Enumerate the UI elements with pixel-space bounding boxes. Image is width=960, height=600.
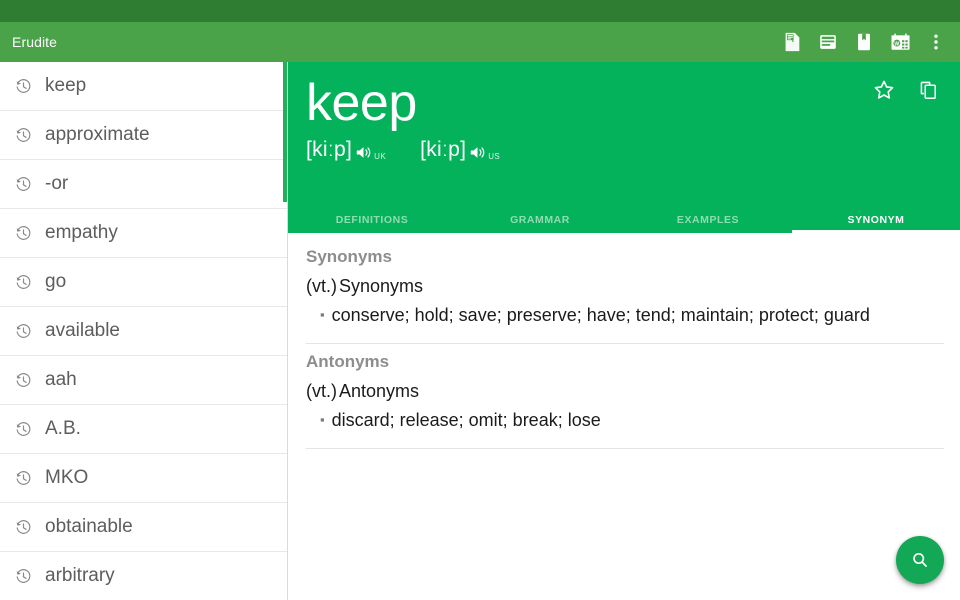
- history-item-label: available: [45, 320, 120, 342]
- history-item-label: empathy: [45, 222, 118, 244]
- app-bar-actions: W: [774, 22, 954, 62]
- tab-grammar[interactable]: GRAMMAR: [456, 207, 624, 233]
- history-item-mko[interactable]: MKO: [0, 454, 287, 503]
- history-icon: [14, 175, 33, 194]
- section-heading-antonyms: Antonyms: [288, 344, 960, 376]
- bookmark-icon[interactable]: [846, 22, 882, 62]
- history-item-label: arbitrary: [45, 565, 115, 587]
- synonyms-part-of-speech: (vt.): [306, 276, 337, 296]
- antonyms-list: discard; release; omit; break; lose: [332, 406, 601, 434]
- history-item-aah[interactable]: aah: [0, 356, 287, 405]
- history-icon: [14, 518, 33, 537]
- word-of-the-day-icon[interactable]: W: [882, 22, 918, 62]
- detail-tabs: DEFINITIONS GRAMMAR EXAMPLES SYNONYM: [288, 207, 960, 233]
- tab-synonym[interactable]: SYNONYM: [792, 207, 960, 233]
- tab-grammar-label: GRAMMAR: [510, 214, 570, 226]
- history-item-label: go: [45, 271, 66, 293]
- notes-icon[interactable]: [774, 22, 810, 62]
- history-item-keep[interactable]: keep: [0, 62, 287, 111]
- speaker-icon[interactable]: [468, 143, 487, 162]
- tab-synonym-label: SYNONYM: [848, 214, 905, 226]
- history-sidebar: keep approximate: [0, 62, 288, 600]
- search-fab[interactable]: [896, 536, 944, 584]
- synonyms-list: conserve; hold; save; preserve; have; te…: [332, 301, 870, 329]
- flashcards-icon[interactable]: [810, 22, 846, 62]
- copy-icon[interactable]: [910, 74, 946, 106]
- antonyms-entry: (vt.)Antonyms ▪ discard; release; omit; …: [288, 376, 960, 444]
- history-item-label: MKO: [45, 467, 88, 489]
- app-title: Erudite: [12, 34, 774, 50]
- history-item-go[interactable]: go: [0, 258, 287, 307]
- tab-examples[interactable]: EXAMPLES: [624, 207, 792, 233]
- pronunciation-uk-ipa: [kiːp]: [306, 138, 352, 162]
- word-detail-pane: keep [kiːp] UK: [288, 62, 960, 600]
- search-icon: [909, 549, 931, 571]
- sidebar-scrollbar[interactable]: [283, 62, 287, 202]
- pronunciation-uk[interactable]: [kiːp] UK: [306, 138, 386, 162]
- history-icon: [14, 371, 33, 390]
- synonym-content: Synonyms (vt.)Synonyms ▪ conserve; hold;…: [288, 233, 960, 600]
- history-item-approximate[interactable]: approximate: [0, 111, 287, 160]
- tab-definitions-label: DEFINITIONS: [336, 214, 409, 226]
- pronunciation-us-region: US: [488, 152, 500, 161]
- history-icon: [14, 420, 33, 439]
- app-window: Erudite: [0, 0, 960, 600]
- body-split: keep approximate: [0, 62, 960, 600]
- history-icon: [14, 322, 33, 341]
- word-header: keep [kiːp] UK: [288, 62, 960, 207]
- favorite-star-icon[interactable]: [866, 74, 902, 106]
- antonyms-entry-title: (vt.)Antonyms: [306, 378, 944, 404]
- history-item-label: A.B.: [45, 418, 81, 440]
- history-icon: [14, 469, 33, 488]
- history-icon: [14, 77, 33, 96]
- history-item-available[interactable]: available: [0, 307, 287, 356]
- tab-definitions[interactable]: DEFINITIONS: [288, 207, 456, 233]
- tab-examples-label: EXAMPLES: [677, 214, 739, 226]
- antonyms-section: Antonyms (vt.)Antonyms ▪ discard; releas…: [288, 344, 960, 449]
- svg-text:W: W: [894, 41, 899, 47]
- history-icon: [14, 224, 33, 243]
- section-heading-synonyms: Synonyms: [288, 239, 960, 271]
- history-item-label: keep: [45, 75, 86, 97]
- history-list: keep approximate: [0, 62, 287, 600]
- history-item-empathy[interactable]: empathy: [0, 209, 287, 258]
- history-item-label: aah: [45, 369, 77, 391]
- app-bar: Erudite: [0, 22, 960, 62]
- synonyms-bullet-line: ▪ conserve; hold; save; preserve; have; …: [306, 301, 944, 329]
- history-item-arbitrary[interactable]: arbitrary: [0, 552, 287, 600]
- history-item-obtainable[interactable]: obtainable: [0, 503, 287, 552]
- status-bar: [0, 0, 960, 22]
- word-header-actions: [866, 74, 946, 106]
- section-divider: [306, 448, 944, 449]
- history-item-ab[interactable]: A.B.: [0, 405, 287, 454]
- synonyms-entry: (vt.)Synonyms ▪ conserve; hold; save; pr…: [288, 271, 960, 339]
- history-item-label: approximate: [45, 124, 150, 146]
- bullet-icon: ▪: [320, 301, 325, 329]
- page-title: keep: [306, 72, 944, 134]
- history-icon: [14, 273, 33, 292]
- history-icon: [14, 126, 33, 145]
- speaker-icon[interactable]: [354, 143, 373, 162]
- history-item-label: obtainable: [45, 516, 133, 538]
- antonyms-part-of-speech: (vt.): [306, 381, 337, 401]
- history-item-label: -or: [45, 173, 68, 195]
- synonyms-entry-label: Synonyms: [339, 276, 423, 296]
- antonyms-entry-label: Antonyms: [339, 381, 419, 401]
- pronunciation-us[interactable]: [kiːp] US: [420, 138, 500, 162]
- synonyms-section: Synonyms (vt.)Synonyms ▪ conserve; hold;…: [288, 239, 960, 344]
- pronunciation-row: [kiːp] UK [kiːp]: [306, 138, 944, 162]
- history-icon: [14, 567, 33, 586]
- antonyms-bullet-line: ▪ discard; release; omit; break; lose: [306, 406, 944, 434]
- pronunciation-us-ipa: [kiːp]: [420, 138, 466, 162]
- history-item-or[interactable]: -or: [0, 160, 287, 209]
- bullet-icon: ▪: [320, 406, 325, 434]
- overflow-menu-icon[interactable]: [918, 22, 954, 62]
- pronunciation-uk-region: UK: [374, 152, 386, 161]
- synonyms-entry-title: (vt.)Synonyms: [306, 273, 944, 299]
